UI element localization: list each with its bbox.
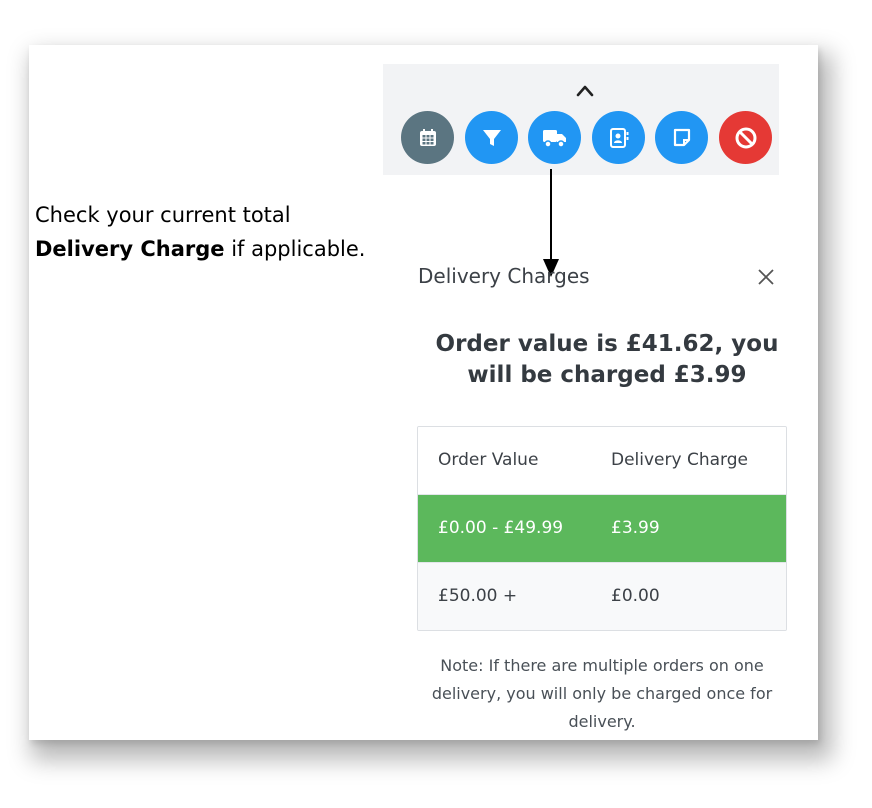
- contacts-button[interactable]: [592, 111, 645, 164]
- header-order-value: Order Value: [438, 450, 539, 470]
- ban-icon: [735, 127, 756, 148]
- delivery-charge-table: Order Value Delivery Charge £0.00 - £49.…: [417, 426, 787, 631]
- order-value-message: Order value is £41.62, you will be charg…: [435, 331, 779, 388]
- delivery-charges-button[interactable]: [528, 111, 581, 164]
- table-header-row: Order Value Delivery Charge: [418, 427, 786, 494]
- instruction-caption: Check your current total Delivery Charge…: [35, 198, 375, 266]
- chevron-up-icon[interactable]: [576, 83, 594, 97]
- calendar-button[interactable]: [401, 111, 454, 164]
- caption-line1: Check your current total: [35, 203, 291, 227]
- caption-rest: if applicable.: [224, 237, 366, 261]
- filter-button[interactable]: [465, 111, 518, 164]
- header-delivery-charge: Delivery Charge: [611, 450, 748, 470]
- cancel-order-button[interactable]: [719, 111, 772, 164]
- order-value-cell: £50.00 +: [438, 586, 518, 606]
- contacts-icon: [609, 127, 628, 148]
- multiple-orders-note: Note: If there are multiple orders on on…: [431, 656, 773, 731]
- caption-bold: Delivery Charge: [35, 237, 225, 261]
- action-toolbar: [383, 64, 779, 175]
- table-row: £0.00 - £49.99 £3.99: [418, 494, 786, 562]
- pointer-arrow: [543, 169, 559, 277]
- notes-button[interactable]: [655, 111, 708, 164]
- filter-icon: [482, 129, 501, 146]
- modal-title: Delivery Charges: [418, 264, 590, 288]
- calendar-icon: [419, 128, 436, 146]
- truck-icon: [542, 129, 566, 148]
- note-icon: [673, 128, 690, 146]
- close-icon[interactable]: [756, 267, 776, 287]
- delivery-charge-cell: £3.99: [611, 518, 660, 538]
- table-row: £50.00 + £0.00: [418, 562, 786, 630]
- screenshot-card: Check your current total Delivery Charge…: [29, 45, 818, 740]
- delivery-charge-cell: £0.00: [611, 586, 660, 606]
- order-value-cell: £0.00 - £49.99: [438, 518, 564, 538]
